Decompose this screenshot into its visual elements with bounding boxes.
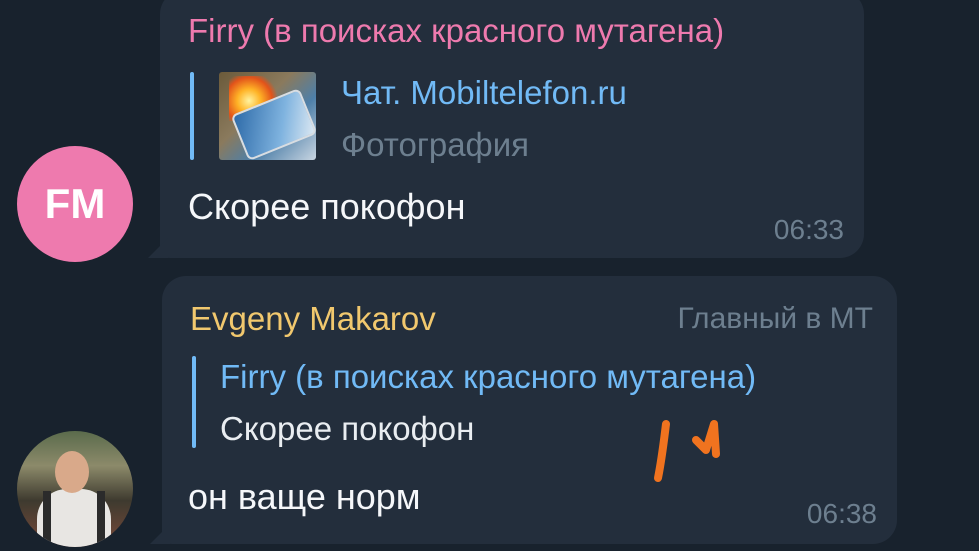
message-time: 06:33 <box>773 214 844 245</box>
reply-text: Фотография <box>341 126 530 163</box>
user-photo-avatar[interactable] <box>17 431 133 547</box>
admin-title: Главный в МТ <box>677 302 874 335</box>
avatar[interactable]: FM <box>17 146 133 262</box>
message-text: Скорее покофон <box>188 186 466 227</box>
scribble-annotation <box>654 420 720 482</box>
reply-bar <box>190 72 194 160</box>
reply-title[interactable]: Firry (в поисках красного мутагена) <box>220 358 756 396</box>
message-bubble[interactable]: Firry (в поисках красного мутагена) Чат.… <box>160 0 864 258</box>
reply-title[interactable]: Чат. Mobiltelefon.ru <box>341 74 627 112</box>
bubble-tail <box>150 524 170 544</box>
avatar-strap <box>97 491 105 547</box>
avatar-initials: FM <box>44 180 106 227</box>
message-bubble[interactable]: Evgeny Makarov Главный в МТ Firry (в пои… <box>162 276 897 544</box>
reply-text: Скорее покофон <box>220 410 475 447</box>
reply-bar <box>192 356 196 448</box>
message-time: 06:38 <box>806 498 877 529</box>
chat-area: Firry (в поисках красного мутагена) Чат.… <box>0 0 979 551</box>
sender-name[interactable]: Evgeny Makarov <box>190 300 436 338</box>
message-text: он ваще норм <box>188 476 421 517</box>
photo-thumbnail[interactable] <box>219 72 316 160</box>
sender-name[interactable]: Firry (в поисках красного мутагена) <box>188 12 724 50</box>
avatar-strap <box>43 491 51 547</box>
bubble-tail <box>148 238 168 258</box>
avatar-head <box>55 451 89 493</box>
